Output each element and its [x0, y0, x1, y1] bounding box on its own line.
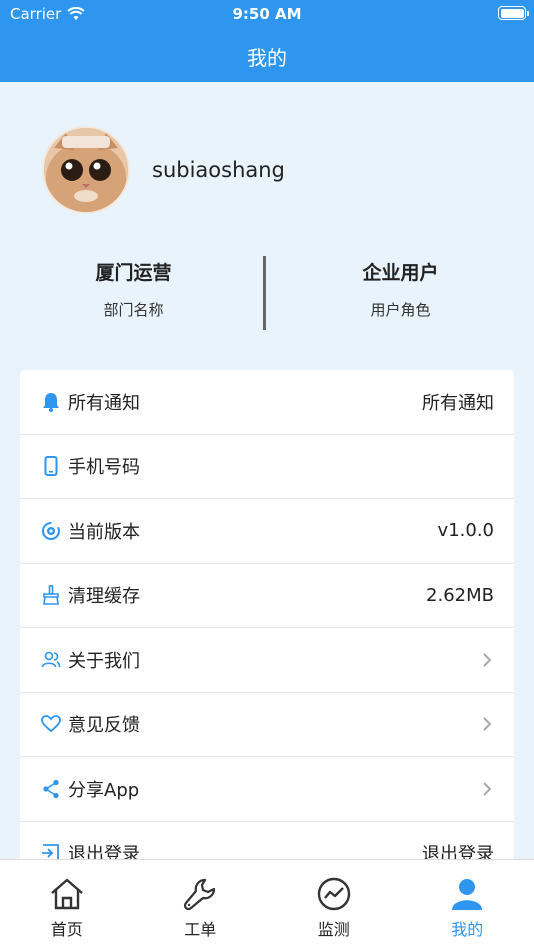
menu-item-title: 关于我们: [68, 650, 140, 672]
version-gear-icon: [40, 520, 62, 542]
tab-label: 监测: [317, 920, 350, 939]
menu-item-title: 意见反馈: [68, 715, 140, 737]
menu-item-value: 2.62MB: [426, 584, 494, 606]
phone-icon: [40, 455, 62, 477]
users-icon: [40, 649, 62, 671]
profile-header: subiaoshang: [42, 126, 285, 214]
menu-item-title: 当前版本: [68, 521, 140, 543]
role-name: 企业用户: [362, 262, 439, 284]
user-icon: [401, 876, 534, 912]
nav-bar: 我的: [0, 30, 534, 82]
cat-avatar-image: [44, 128, 128, 212]
role-stat: 企业用户 用户角色: [267, 254, 534, 320]
user-stats: 厦门运营 部门名称 企业用户 用户角色: [0, 254, 534, 332]
settings-menu: 所有通知 所有通知 手机号码 当前版本 v1.0.0 清理缓存 2.62MB 关…: [20, 370, 514, 886]
status-bar: Carrier 9:50 AM: [0, 0, 534, 30]
menu-item-feedback[interactable]: 意见反馈: [20, 693, 514, 757]
tab-work-orders[interactable]: 工单: [134, 876, 268, 940]
broom-icon: [40, 584, 62, 606]
stats-divider: [263, 256, 266, 330]
tab-label: 我的: [451, 920, 484, 939]
menu-item-clear-cache[interactable]: 清理缓存 2.62MB: [20, 564, 514, 628]
tab-label: 工单: [184, 920, 217, 939]
menu-item-notifications[interactable]: 所有通知 所有通知: [20, 370, 514, 435]
department-stat: 厦门运营 部门名称: [0, 254, 267, 320]
share-icon: [40, 778, 62, 800]
menu-item-share[interactable]: 分享App: [20, 757, 514, 822]
menu-item-title: 手机号码: [68, 457, 140, 479]
status-time: 9:50 AM: [232, 5, 302, 23]
tab-mine[interactable]: 我的: [401, 876, 534, 940]
home-icon: [0, 876, 134, 912]
wrench-icon: [134, 876, 268, 912]
menu-item-version[interactable]: 当前版本 v1.0.0: [20, 499, 514, 564]
monitor-icon: [267, 876, 401, 912]
menu-item-value: 所有通知: [422, 392, 494, 414]
menu-item-title: 清理缓存: [68, 586, 140, 608]
chevron-right-icon: [483, 782, 492, 796]
tab-label: 首页: [50, 920, 83, 939]
chevron-right-icon: [483, 717, 492, 731]
tab-monitor[interactable]: 监测: [267, 876, 401, 940]
tab-home[interactable]: 首页: [0, 876, 134, 940]
chevron-right-icon: [483, 653, 492, 667]
department-label: 部门名称: [103, 301, 164, 319]
department-name: 厦门运营: [95, 262, 172, 284]
menu-item-title: 分享App: [68, 779, 140, 801]
bell-icon: [40, 391, 62, 413]
role-label: 用户角色: [370, 301, 431, 319]
tab-bar: 首页 工单 监测 我的: [0, 859, 534, 950]
menu-item-value: v1.0.0: [437, 520, 494, 542]
page-title: 我的: [247, 45, 287, 70]
menu-item-phone[interactable]: 手机号码: [20, 435, 514, 499]
battery-icon: [498, 6, 529, 20]
avatar[interactable]: [42, 126, 130, 214]
heart-icon: [40, 713, 62, 735]
username: subiaoshang: [152, 158, 285, 182]
menu-item-about[interactable]: 关于我们: [20, 628, 514, 693]
menu-item-title: 所有通知: [68, 392, 140, 414]
